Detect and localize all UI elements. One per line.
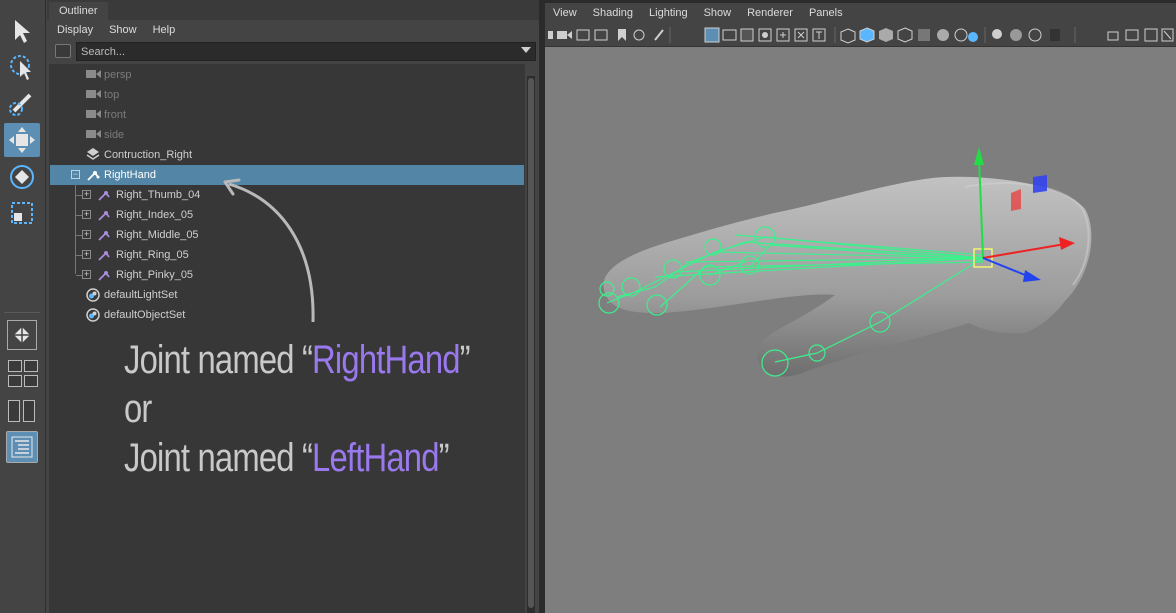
joint-icon — [87, 171, 100, 181]
tree-item-side[interactable]: side — [49, 125, 525, 145]
annotation-prefix: Joint named “ — [124, 436, 313, 480]
viewport-toolbar-icons — [548, 27, 1174, 44]
tree-item-label: Right_Ring_05 — [116, 249, 189, 261]
tree-item-label: top — [104, 89, 120, 101]
set-icon — [86, 308, 100, 322]
tree-item-label: Right_Index_05 — [116, 209, 194, 221]
tree-item-front[interactable]: front — [49, 105, 525, 125]
set-icon — [86, 288, 100, 302]
expand-toggle[interactable]: + — [82, 210, 91, 219]
expand-toggle[interactable]: + — [82, 250, 91, 259]
joint-icon — [98, 231, 110, 241]
persp-graph-layout-icon[interactable] — [8, 375, 22, 387]
tree-item-contruction-right[interactable]: Contruction_Right — [49, 145, 525, 165]
outliner-scrollbar[interactable] — [527, 76, 535, 613]
annotation-arrow — [223, 178, 315, 323]
paint-select-tool-icon[interactable] — [4, 86, 40, 120]
tree-item-label: persp — [104, 69, 132, 81]
tree-item-top[interactable]: top — [49, 85, 525, 105]
four-view-layout-icon[interactable] — [8, 360, 22, 372]
outliner-layout-icon[interactable] — [6, 431, 38, 463]
outliner-tabbar: Outliner — [47, 0, 539, 20]
viewport-menubar: View Shading Lighting Show Renderer Pane… — [545, 3, 1176, 23]
viewport-scene[interactable] — [545, 47, 1176, 613]
move-tool-icon[interactable] — [4, 123, 40, 157]
two-view-layout-icon[interactable] — [24, 375, 38, 387]
outliner-menubar: Display Show Help — [47, 20, 539, 40]
chevron-down-icon[interactable] — [521, 47, 531, 53]
annotation-suffix: ” — [438, 436, 450, 480]
menu-shading[interactable]: Shading — [585, 3, 641, 23]
annotation-highlight-righthand: RightHand — [312, 338, 460, 382]
toolbox-divider — [4, 312, 40, 313]
tree-item-label: defaultObjectSet — [104, 309, 186, 321]
annotation-highlight-lefthand: LeftHand — [312, 436, 439, 480]
stacked-layout-icon[interactable] — [23, 400, 35, 422]
filter-icon[interactable] — [55, 44, 71, 58]
annotation-prefix: Joint named “ — [124, 338, 313, 382]
annotation-line-3: Joint named “LeftHand” — [124, 434, 470, 483]
annotation-suffix: ” — [459, 338, 471, 382]
search-input[interactable] — [76, 42, 536, 61]
viewport-panel[interactable]: View Shading Lighting Show Renderer Pane… — [545, 0, 1176, 613]
annotation-text: Joint named “RightHand” or Joint named “… — [124, 336, 471, 483]
expand-toggle[interactable]: + — [82, 190, 91, 199]
side-by-side-layout-icon[interactable] — [8, 400, 20, 422]
single-view-layout-icon[interactable] — [7, 320, 37, 350]
joint-icon — [98, 191, 110, 201]
menu-lighting[interactable]: Lighting — [641, 3, 696, 23]
joint-icon — [98, 211, 110, 221]
viewport-toolbar — [545, 23, 1176, 47]
scrollbar-thumb[interactable] — [528, 78, 534, 608]
menu-view[interactable]: View — [545, 3, 585, 23]
rotate-tool-icon[interactable] — [4, 160, 40, 194]
tree-item-label: front — [104, 109, 127, 121]
menu-help[interactable]: Help — [153, 20, 176, 40]
menu-show[interactable]: Show — [109, 20, 137, 40]
lasso-tool-icon[interactable] — [4, 50, 40, 84]
expand-toggle[interactable]: + — [82, 230, 91, 239]
outliner-tab[interactable]: Outliner — [49, 2, 108, 20]
menu-renderer[interactable]: Renderer — [739, 3, 801, 23]
tree-item-persp[interactable]: persp — [49, 65, 525, 85]
expand-toggle[interactable]: + — [82, 270, 91, 279]
outliner-panel: Outliner Display Show Help persp top fro… — [47, 0, 539, 613]
outliner-search-row — [47, 40, 539, 62]
tree-item-label: Contruction_Right — [104, 149, 193, 161]
scale-tool-icon[interactable] — [4, 196, 40, 230]
toolbox — [0, 0, 46, 613]
menu-panels[interactable]: Panels — [801, 3, 851, 23]
tree-item-label: defaultLightSet — [104, 289, 178, 301]
joint-icon — [98, 271, 110, 281]
annotation-line-2: or — [124, 387, 152, 431]
transform-icon — [86, 148, 100, 160]
annotation-line-1: Joint named “RightHand” — [124, 336, 471, 385]
tree-item-label: Right_Thumb_04 — [116, 189, 201, 201]
camera-icon — [86, 130, 101, 138]
joint-icon — [98, 251, 110, 261]
menu-display[interactable]: Display — [57, 20, 93, 40]
camera-icon — [86, 90, 101, 98]
menu-show[interactable]: Show — [696, 3, 740, 23]
tree-item-label: Right_Middle_05 — [116, 229, 199, 241]
tree-item-label: side — [104, 129, 125, 141]
collapse-toggle[interactable]: − — [71, 170, 80, 179]
persp-outliner-layout-icon[interactable] — [24, 360, 38, 372]
select-tool-icon[interactable] — [4, 14, 40, 48]
camera-icon — [86, 70, 101, 78]
camera-icon — [86, 110, 101, 118]
tree-item-label: RightHand — [104, 169, 156, 181]
tree-item-label: Right_Pinky_05 — [116, 269, 194, 281]
